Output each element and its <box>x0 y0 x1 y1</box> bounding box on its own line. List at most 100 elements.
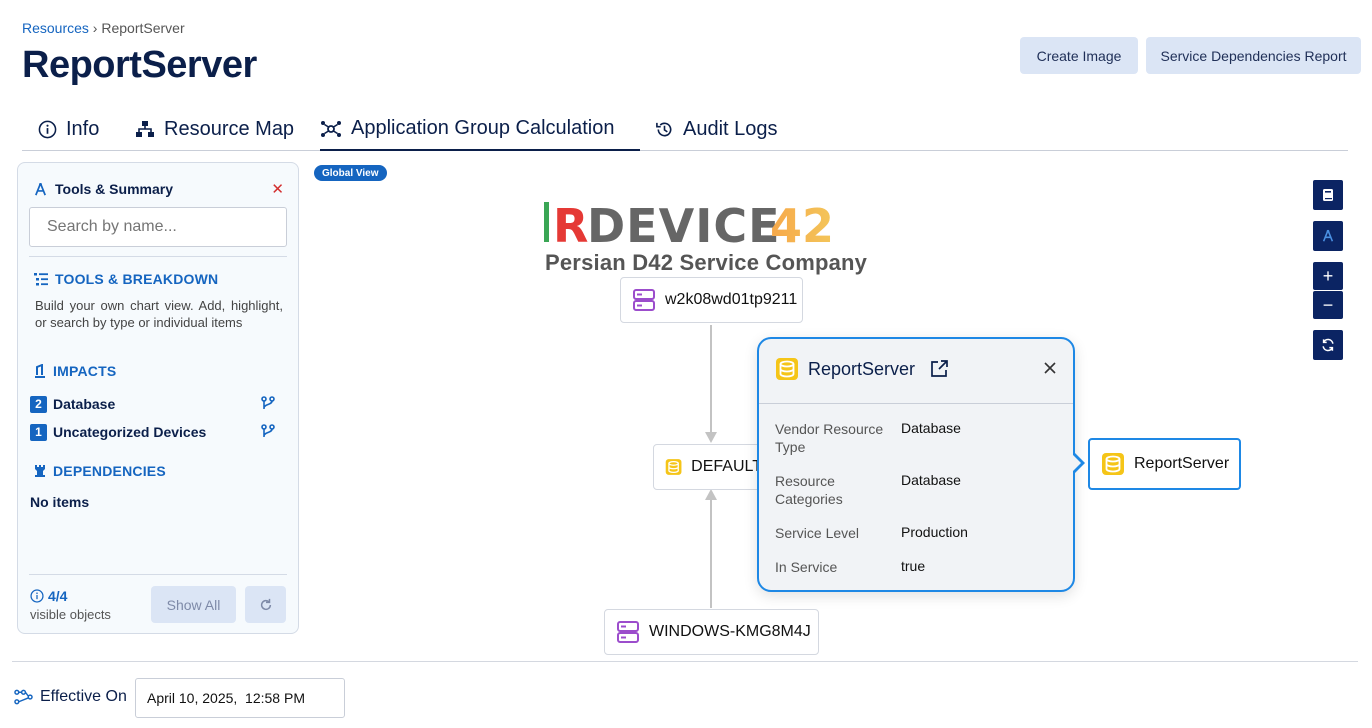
legend-book-button[interactable] <box>1313 180 1343 210</box>
visible-objects-count: 4/4 visible objects <box>30 587 111 624</box>
global-view-badge: Global View <box>314 165 387 181</box>
tab-audit-logs[interactable]: Audit Logs <box>655 108 778 150</box>
impacts-label: IMPACTS <box>53 363 117 379</box>
info-circle-icon <box>38 120 57 138</box>
resource-detail-popup: ReportServer Vendor Resource Type Databa… <box>757 337 1075 592</box>
impact-label: Database <box>53 396 116 412</box>
tools-breakdown-title: TOOLS & BREAKDOWN <box>34 271 218 287</box>
property-value: true <box>901 558 926 574</box>
property-key: Resource Categories <box>775 473 843 507</box>
info-circle-icon <box>30 589 44 603</box>
property-value: Database <box>901 420 961 436</box>
panel-header: Tools & Summary <box>33 181 173 197</box>
tab-info[interactable]: Info <box>38 108 99 150</box>
breadcrumb-separator: › <box>88 20 102 36</box>
compass-tool-icon <box>35 182 46 195</box>
external-link-icon[interactable] <box>929 359 949 379</box>
impact-item-uncategorized-devices[interactable]: 1 Uncategorized Devices <box>30 422 290 442</box>
tools-summary-panel: Tools & Summary ✕ TOOLS & BREAKDOWN Buil… <box>17 162 299 634</box>
show-all-button[interactable]: Show All <box>151 586 236 623</box>
node-label: WINDOWS-KMG8M4J <box>649 623 811 640</box>
impact-label: Uncategorized Devices <box>53 424 207 440</box>
zoom-out-button[interactable]: − <box>1313 291 1343 319</box>
property-key: In Service <box>775 559 838 575</box>
svg-text:DEVICE: DEVICE <box>587 199 781 250</box>
visible-count-number: 4/4 <box>48 588 68 604</box>
refresh-icon <box>260 598 271 610</box>
watermark-subtitle: Persian D42 Service Company <box>545 250 868 275</box>
popup-header: ReportServer <box>775 357 949 381</box>
server-icon <box>633 289 655 311</box>
property-key: Vendor Resource Type <box>775 421 884 455</box>
database-icon <box>1102 453 1124 475</box>
svg-text:R: R <box>553 199 588 250</box>
dependencies-title: DEPENDENCIES <box>34 463 166 479</box>
node-reportserver-selected[interactable]: ReportServer <box>1088 438 1241 490</box>
property-key: Service Level <box>775 525 860 541</box>
impacts-title: IMPACTS <box>34 363 116 379</box>
impact-count-badge: 2 <box>30 395 47 413</box>
effective-on-text: Effective On <box>40 688 127 705</box>
property-value: Production <box>901 524 968 540</box>
breadcrumb-resources-link[interactable]: Resources <box>22 20 89 36</box>
panel-divider <box>29 256 287 257</box>
history-icon <box>656 122 672 136</box>
visible-count-label: visible objects <box>30 607 111 622</box>
graph-nodes-icon <box>321 120 341 137</box>
svg-text:42: 42 <box>770 199 834 250</box>
node-label: ReportServer <box>1134 455 1230 472</box>
service-dependencies-report-button[interactable]: Service Dependencies Report <box>1146 37 1361 74</box>
timeline-nodes-icon <box>14 689 33 705</box>
property-value: Database <box>901 472 961 488</box>
node-default[interactable]: DEFAULT <box>653 444 763 490</box>
node-windows-kmg8m4j[interactable]: WINDOWS-KMG8M4J <box>604 609 819 655</box>
popup-pointer-fill <box>1073 455 1081 471</box>
effective-on-date-input[interactable]: April 10, 2025, 12:58 PM <box>135 678 345 718</box>
database-icon <box>776 358 798 380</box>
tab-application-group-calculation-label: Application Group Calculation <box>351 117 615 139</box>
impact-count-badge: 1 <box>30 423 47 441</box>
node-w2k08wd01tp9211[interactable]: w2k08wd01tp9211 <box>620 277 803 323</box>
tab-application-group-calculation[interactable]: Application Group Calculation <box>320 108 640 151</box>
tools-description: Build your own chart view. Add, highligh… <box>35 298 283 330</box>
node-label: DEFAULT <box>691 458 762 475</box>
zoom-in-button[interactable]: + <box>1313 262 1343 290</box>
reset-button[interactable] <box>245 586 286 623</box>
branch-icon[interactable] <box>261 396 275 411</box>
server-icon <box>617 621 639 643</box>
impact-icon <box>35 364 45 378</box>
impact-item-database[interactable]: 2 Database <box>30 394 290 414</box>
tab-resource-map-label: Resource Map <box>164 117 295 140</box>
tab-audit-logs-label: Audit Logs <box>683 117 778 140</box>
database-icon <box>665 459 682 475</box>
book-icon <box>1323 189 1333 201</box>
bottom-divider <box>12 661 1358 662</box>
breadcrumb: Resources › ReportServer <box>22 20 185 36</box>
search-input[interactable] <box>29 207 287 247</box>
tools-toggle-button[interactable] <box>1313 221 1343 251</box>
refresh-icon <box>1322 338 1334 352</box>
breadcrumb-current: ReportServer <box>101 20 185 36</box>
watermark-logo: R DEVICE 42 <box>544 199 834 250</box>
compass-tool-icon <box>1322 229 1334 242</box>
dependencies-label: DEPENDENCIES <box>53 463 166 479</box>
panel-close-icon[interactable]: ✕ <box>271 180 284 198</box>
tools-breakdown-label: TOOLS & BREAKDOWN <box>55 271 219 287</box>
popup-divider <box>759 403 1073 404</box>
node-label: w2k08wd01tp9211 <box>665 291 798 308</box>
hierarchy-icon <box>136 121 154 137</box>
chess-rook-icon <box>35 465 45 477</box>
dependencies-empty: No items <box>30 494 90 510</box>
close-icon[interactable] <box>1043 361 1057 375</box>
refresh-layout-button[interactable] <box>1313 330 1343 360</box>
popup-title: ReportServer <box>808 358 916 379</box>
tab-info-label: Info <box>66 117 100 140</box>
list-tree-icon <box>34 272 48 285</box>
panel-footer-divider <box>29 574 287 575</box>
tab-resource-map[interactable]: Resource Map <box>135 108 294 150</box>
page-title: ReportServer <box>22 44 257 86</box>
panel-title: Tools & Summary <box>55 181 173 197</box>
create-image-button[interactable]: Create Image <box>1020 37 1138 74</box>
effective-on-label: Effective On <box>14 688 127 706</box>
branch-icon[interactable] <box>261 424 275 439</box>
